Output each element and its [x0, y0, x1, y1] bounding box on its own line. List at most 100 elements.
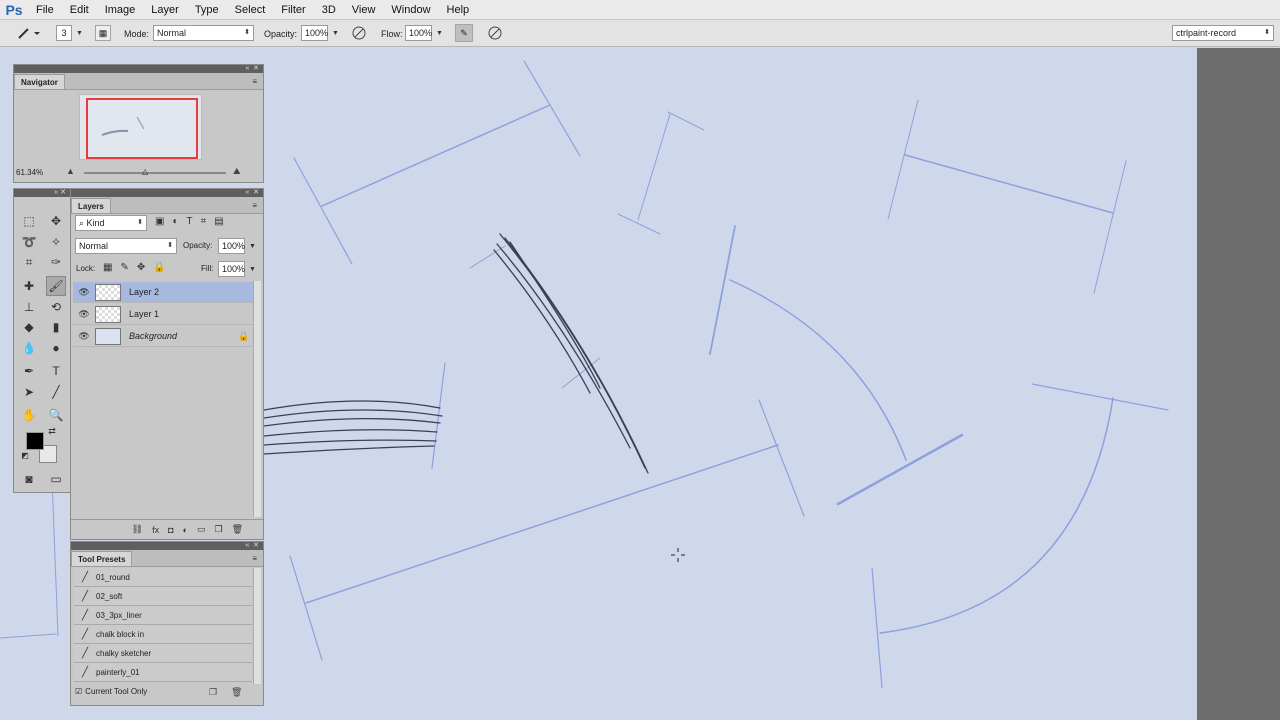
brush-tool-icon[interactable]: 🖌 — [46, 276, 66, 296]
healing-brush-tool-icon[interactable]: ✚ — [19, 276, 39, 296]
zoom-tool-icon[interactable]: 🔍 — [46, 405, 66, 425]
eraser-tool-icon[interactable]: ◆ — [19, 317, 39, 337]
rotate-view-tool-icon[interactable]: ✋ — [19, 405, 39, 425]
menu-3d[interactable]: 3D — [314, 0, 344, 20]
lock-pixels-icon[interactable]: ✎ — [120, 262, 128, 273]
menu-image[interactable]: Image — [97, 0, 144, 20]
zoom-in-icon[interactable]: ⛰ — [233, 166, 241, 177]
filter-type-icon[interactable]: T — [187, 216, 193, 227]
brush-panel-toggle[interactable]: ▦ — [95, 24, 111, 42]
menu-file[interactable]: File — [28, 0, 62, 20]
preset-item[interactable]: ╱ painterly_01 — [74, 663, 252, 682]
airbrush-toggle[interactable]: ✎ — [455, 24, 473, 42]
panel-collapse-bar[interactable]: « ✕ — [71, 189, 263, 197]
panel-collapse-bar[interactable]: « ✕ — [71, 542, 263, 550]
layer-filter-select[interactable]: ⌕ Kind ⬍ — [75, 215, 147, 231]
menu-filter[interactable]: Filter — [273, 0, 313, 20]
menu-type[interactable]: Type — [187, 0, 227, 20]
dodge-tool-icon[interactable]: ● — [46, 338, 66, 358]
path-select-tool-icon[interactable]: ➤ — [19, 382, 39, 402]
presets-scrollbar[interactable] — [253, 568, 261, 684]
adjustment-layer-icon[interactable]: ◐ — [183, 525, 188, 535]
menu-help[interactable]: Help — [439, 0, 478, 20]
filter-smart-object-icon[interactable]: ▤ — [214, 216, 223, 227]
layer-row[interactable]: 👁 Layer 2 — [73, 282, 253, 303]
current-tool-only[interactable]: ☑ Current Tool Only — [75, 687, 147, 696]
zoom-slider-handle[interactable]: △ — [142, 167, 148, 176]
workspace-switcher[interactable]: ctrlpaint-record ⬍ — [1172, 24, 1274, 42]
opacity-field[interactable]: 100% ▼ — [301, 24, 339, 42]
layers-scrollbar[interactable] — [253, 281, 261, 517]
gradient-tool-icon[interactable]: ▮ — [46, 317, 66, 337]
filter-adjustment-icon[interactable]: ◐ — [172, 216, 178, 227]
panel-collapse-bar[interactable]: » ✕ — [14, 189, 70, 197]
filter-shape-icon[interactable]: ⌗ — [201, 216, 207, 227]
preset-item[interactable]: ╱ chalk block in — [74, 625, 252, 644]
mode-select[interactable]: Normal ⬍ — [153, 24, 254, 42]
tab-layers[interactable]: Layers — [71, 198, 111, 213]
layer-row[interactable]: 👁 Background 🔒 — [73, 326, 253, 347]
quick-mask-icon[interactable]: ◙ — [19, 469, 39, 489]
add-mask-icon[interactable]: ◘ — [168, 525, 173, 535]
panel-menu-icon[interactable]: ≡ — [252, 74, 257, 89]
trash-icon[interactable]: 🗑 — [231, 687, 242, 698]
foreground-color-swatch[interactable] — [26, 432, 44, 450]
panel-menu-icon[interactable]: ≡ — [252, 551, 257, 566]
panel-collapse-bar[interactable]: « ✕ — [14, 65, 263, 73]
filter-pixel-icon[interactable]: ▣ — [155, 216, 164, 227]
clone-stamp-tool-icon[interactable]: ⊥ — [19, 297, 39, 317]
layer-row[interactable]: 👁 Layer 1 — [73, 304, 253, 325]
swap-colors-icon[interactable]: ⇄ — [46, 425, 58, 437]
fill-field[interactable]: 100% ▼ — [218, 261, 256, 277]
preset-item[interactable]: ╱ 02_soft — [74, 587, 252, 606]
navigator-thumbnail[interactable] — [79, 94, 202, 160]
preset-item[interactable]: ╱ 01_round — [74, 568, 252, 587]
visibility-eye-icon[interactable]: 👁 — [73, 331, 95, 342]
screen-mode-icon[interactable]: ▭ — [46, 469, 66, 489]
lock-transparency-icon[interactable]: ▦ — [103, 262, 112, 273]
zoom-out-icon[interactable]: ▲ — [66, 166, 75, 176]
menu-window[interactable]: Window — [383, 0, 438, 20]
menu-view[interactable]: View — [344, 0, 384, 20]
eyedropper-tool-icon[interactable]: ✑ — [46, 252, 66, 272]
tab-navigator[interactable]: Navigator — [14, 74, 65, 89]
panel-menu-icon[interactable]: ≡ — [252, 198, 257, 213]
menu-edit[interactable]: Edit — [62, 0, 97, 20]
zoom-level[interactable]: 61.34% — [16, 168, 43, 177]
link-layers-icon[interactable]: ⛓ — [132, 524, 143, 535]
brush-size-picker[interactable]: 3 ▼ — [56, 24, 83, 42]
new-group-icon[interactable]: ▭ — [197, 524, 206, 535]
pen-tool-icon[interactable]: ✒ — [19, 361, 39, 381]
blur-tool-icon[interactable]: 💧 — [19, 338, 39, 358]
brush-tool-preset-picker[interactable] — [16, 24, 42, 42]
checkbox-checked-icon[interactable]: ☑ — [75, 687, 82, 696]
new-layer-icon[interactable]: ❐ — [214, 524, 222, 535]
menu-layer[interactable]: Layer — [143, 0, 187, 20]
zoom-slider[interactable] — [84, 172, 226, 174]
blend-mode-select[interactable]: Normal ⬍ — [75, 238, 177, 254]
quick-select-tool-icon[interactable]: ✧ — [46, 232, 66, 252]
line-tool-icon[interactable]: ╱ — [46, 382, 66, 402]
menu-select[interactable]: Select — [227, 0, 274, 20]
pressure-opacity-toggle[interactable] — [350, 24, 368, 42]
default-colors-icon[interactable]: ◩ — [19, 449, 31, 461]
type-tool-icon[interactable]: T — [46, 361, 66, 381]
layer-opacity-field[interactable]: 100% ▼ — [218, 238, 256, 254]
preset-item[interactable]: ╱ chalky sketcher — [74, 644, 252, 663]
fx-icon[interactable]: fx — [152, 525, 159, 535]
visibility-eye-icon[interactable]: 👁 — [73, 309, 95, 320]
preset-item[interactable]: ╱ 03_3px_liner — [74, 606, 252, 625]
marquee-tool-icon[interactable]: ⬚ — [19, 211, 39, 231]
flow-field[interactable]: 100% ▼ — [405, 24, 443, 42]
visibility-eye-icon[interactable]: 👁 — [73, 287, 95, 298]
crop-tool-icon[interactable]: ⌗ — [19, 252, 39, 272]
move-tool-icon[interactable]: ✥ — [46, 211, 66, 231]
pressure-size-toggle[interactable] — [486, 24, 504, 42]
tab-tool-presets[interactable]: Tool Presets — [71, 551, 133, 566]
history-brush-tool-icon[interactable]: ⟲ — [46, 297, 66, 317]
lasso-tool-icon[interactable]: ➰ — [19, 232, 39, 252]
trash-icon[interactable]: 🗑 — [232, 524, 243, 535]
lock-all-icon[interactable]: 🔒 — [153, 262, 165, 273]
new-preset-icon[interactable]: ❐ — [209, 687, 217, 698]
lock-position-icon[interactable]: ✥ — [137, 262, 145, 273]
